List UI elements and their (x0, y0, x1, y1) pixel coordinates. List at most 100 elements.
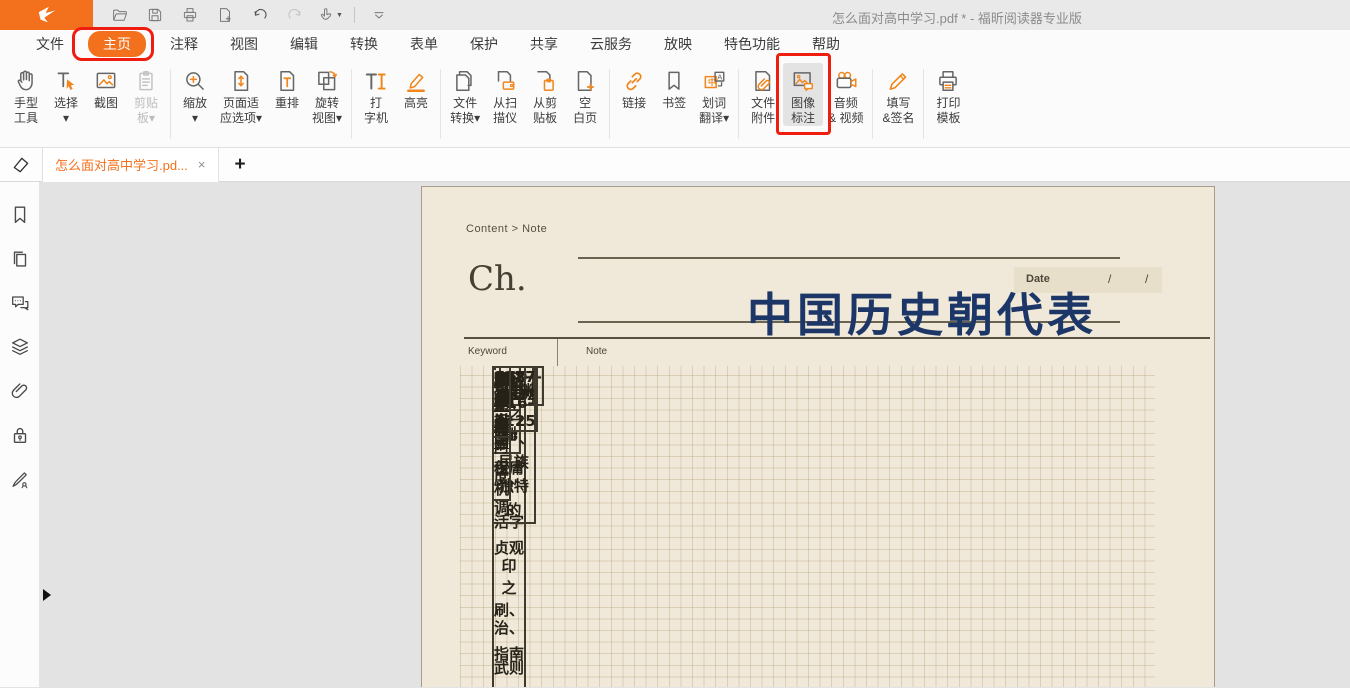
file-convert-button[interactable]: 文件转换▾ (445, 63, 485, 126)
undo-button[interactable] (247, 3, 273, 27)
menu-item-convert[interactable]: 转换 (342, 32, 386, 56)
print-template-label: 打印模板 (936, 96, 960, 126)
print-template-button[interactable]: 打印模板 (928, 63, 968, 126)
bookmark-label: 书签 (662, 96, 686, 111)
file-attachment-button[interactable]: 文件附件 (743, 63, 783, 126)
snapshot-label: 截图 (94, 96, 118, 111)
panel-expand-handle[interactable] (43, 589, 51, 601)
menu-item-home[interactable]: 主页 (88, 31, 146, 57)
menu-item-present[interactable]: 放映 (656, 32, 700, 56)
security-panel-button[interactable] (9, 424, 31, 446)
reflow-button[interactable]: 重排 (267, 63, 307, 126)
highlight-icon (401, 66, 431, 96)
image-annotation-button[interactable]: 图像标注 (783, 63, 823, 126)
link-icon (619, 66, 649, 96)
new-document-button[interactable] (212, 3, 238, 27)
blank-page-button[interactable]: 空白页 (565, 63, 605, 126)
fill-sign-icon (883, 66, 913, 96)
ribbon-group: 文件附件图像标注音频& 视频 (743, 63, 868, 126)
eraser-tool-icon[interactable] (0, 155, 42, 175)
menu-item-help[interactable]: 帮助 (804, 32, 848, 56)
print-button[interactable] (177, 3, 203, 27)
snapshot-button[interactable]: 截图 (86, 63, 126, 126)
quick-access-toolbar: ▼ (107, 3, 392, 27)
ribbon-group-divider (872, 69, 873, 139)
ribbon-group: 链接书签中A划词翻译▾ (614, 63, 734, 126)
hand-tool-icon (11, 66, 41, 96)
select-tool-button[interactable]: 选择▾ (46, 63, 86, 126)
highlight-label: 高亮 (404, 96, 428, 111)
rotate-view-button[interactable]: 旋转视图▾ (307, 63, 347, 126)
from-clipboard-button[interactable]: 从剪贴板 (525, 63, 565, 126)
new-tab-button[interactable]: + (235, 154, 246, 176)
typewriter-button[interactable]: 打字机 (356, 63, 396, 126)
comments-panel-button[interactable] (9, 292, 31, 314)
hand-tool-label: 手型工具 (14, 96, 38, 126)
highlight-button[interactable]: 高亮 (396, 63, 436, 126)
menu-item-view[interactable]: 视图 (222, 32, 266, 56)
image-annotation-icon (788, 66, 818, 96)
ribbon-group-divider (351, 69, 352, 139)
ribbon-group: 打印模板 (928, 63, 968, 126)
file-attachment-label: 文件附件 (751, 96, 775, 126)
pages-panel-button[interactable] (9, 248, 31, 270)
keyword-label: Keyword (468, 346, 507, 357)
zoom-icon (180, 66, 210, 96)
title-bar: ▼ 怎么面对高中学习.pdf * - 福昕阅读器专业版 (0, 0, 1350, 30)
document-tab-bar: 怎么面对高中学习.pd... × + (0, 148, 1350, 182)
from-clipboard-label: 从剪贴板 (533, 96, 557, 126)
from-scanner-button[interactable]: 从扫描仪 (485, 63, 525, 126)
attachments-panel-button[interactable] (9, 380, 31, 402)
chapter-label: Ch. (468, 259, 527, 299)
layers-panel-button[interactable] (9, 336, 31, 358)
ribbon-group-divider (923, 69, 924, 139)
open-button[interactable] (107, 3, 133, 27)
foxit-logo-icon (36, 4, 58, 26)
bookmark-button[interactable]: 书签 (654, 63, 694, 126)
ribbon-group: 填写&签名 (877, 63, 919, 126)
zoom-button[interactable]: 缩放▾ (175, 63, 215, 126)
menu-item-edit[interactable]: 编辑 (282, 32, 326, 56)
page-fit-options-label: 页面适应选项▾ (220, 96, 262, 126)
file-convert-icon (450, 66, 480, 96)
fill-sign-button[interactable]: 填写&签名 (877, 63, 919, 126)
document-canvas[interactable]: Content > Note Ch. Date / / 中国历史朝代表 Keyw… (40, 182, 1350, 687)
menu-item-comment[interactable]: 注释 (162, 32, 206, 56)
menu-item-file[interactable]: 文件 (28, 32, 72, 56)
svg-text:A: A (717, 72, 723, 81)
tab-close-icon[interactable]: × (198, 157, 206, 172)
customize-toolbar-button[interactable] (366, 3, 392, 27)
page-fit-options-button[interactable]: 页面适应选项▾ (215, 63, 267, 126)
clipboard-button: 剪贴板▾ (126, 63, 166, 126)
snapshot-icon (91, 66, 121, 96)
menu-item-cloud[interactable]: 云服务 (582, 32, 640, 56)
fill-sign-label: 填写&签名 (882, 96, 914, 126)
ribbon-group-divider (738, 69, 739, 139)
note-label: Note (586, 346, 607, 357)
bookmarks-panel-button[interactable] (9, 204, 31, 226)
redo-button[interactable] (282, 3, 308, 27)
header-line-1 (578, 257, 1120, 259)
word-translate-label: 划词翻译▾ (699, 96, 729, 126)
signature-panel-button[interactable] (9, 468, 31, 490)
reflow-label: 重排 (275, 96, 299, 111)
save-button[interactable] (142, 3, 168, 27)
keyword-note-rule (464, 337, 1210, 339)
ribbon-group: 打字机高亮 (356, 63, 436, 126)
pdf-page[interactable]: Content > Note Ch. Date / / 中国历史朝代表 Keyw… (421, 186, 1215, 687)
menu-item-features[interactable]: 特色功能 (716, 32, 788, 56)
ribbon-toolbar: 手型工具选择▾截图剪贴板▾缩放▾页面适应选项▾重排旋转视图▾打字机高亮文件转换▾… (0, 58, 1350, 148)
menu-item-form[interactable]: 表单 (402, 32, 446, 56)
menu-bar: 文件主页注释视图编辑转换表单保护共享云服务放映特色功能帮助 (0, 30, 1350, 58)
hand-tool-button[interactable]: 手型工具 (6, 63, 46, 126)
app-logo[interactable] (0, 0, 93, 30)
document-tab[interactable]: 怎么面对高中学习.pd... × (42, 148, 219, 182)
menu-item-share[interactable]: 共享 (522, 32, 566, 56)
document-tab-label: 怎么面对高中学习.pd... (55, 155, 188, 174)
bookmark-icon (659, 66, 689, 96)
menu-item-protect[interactable]: 保护 (462, 32, 506, 56)
audio-video-button[interactable]: 音频& 视频 (823, 63, 868, 126)
link-button[interactable]: 链接 (614, 63, 654, 126)
word-translate-button[interactable]: 中A划词翻译▾ (694, 63, 734, 126)
hand-mode-button[interactable]: ▼ (317, 3, 343, 27)
